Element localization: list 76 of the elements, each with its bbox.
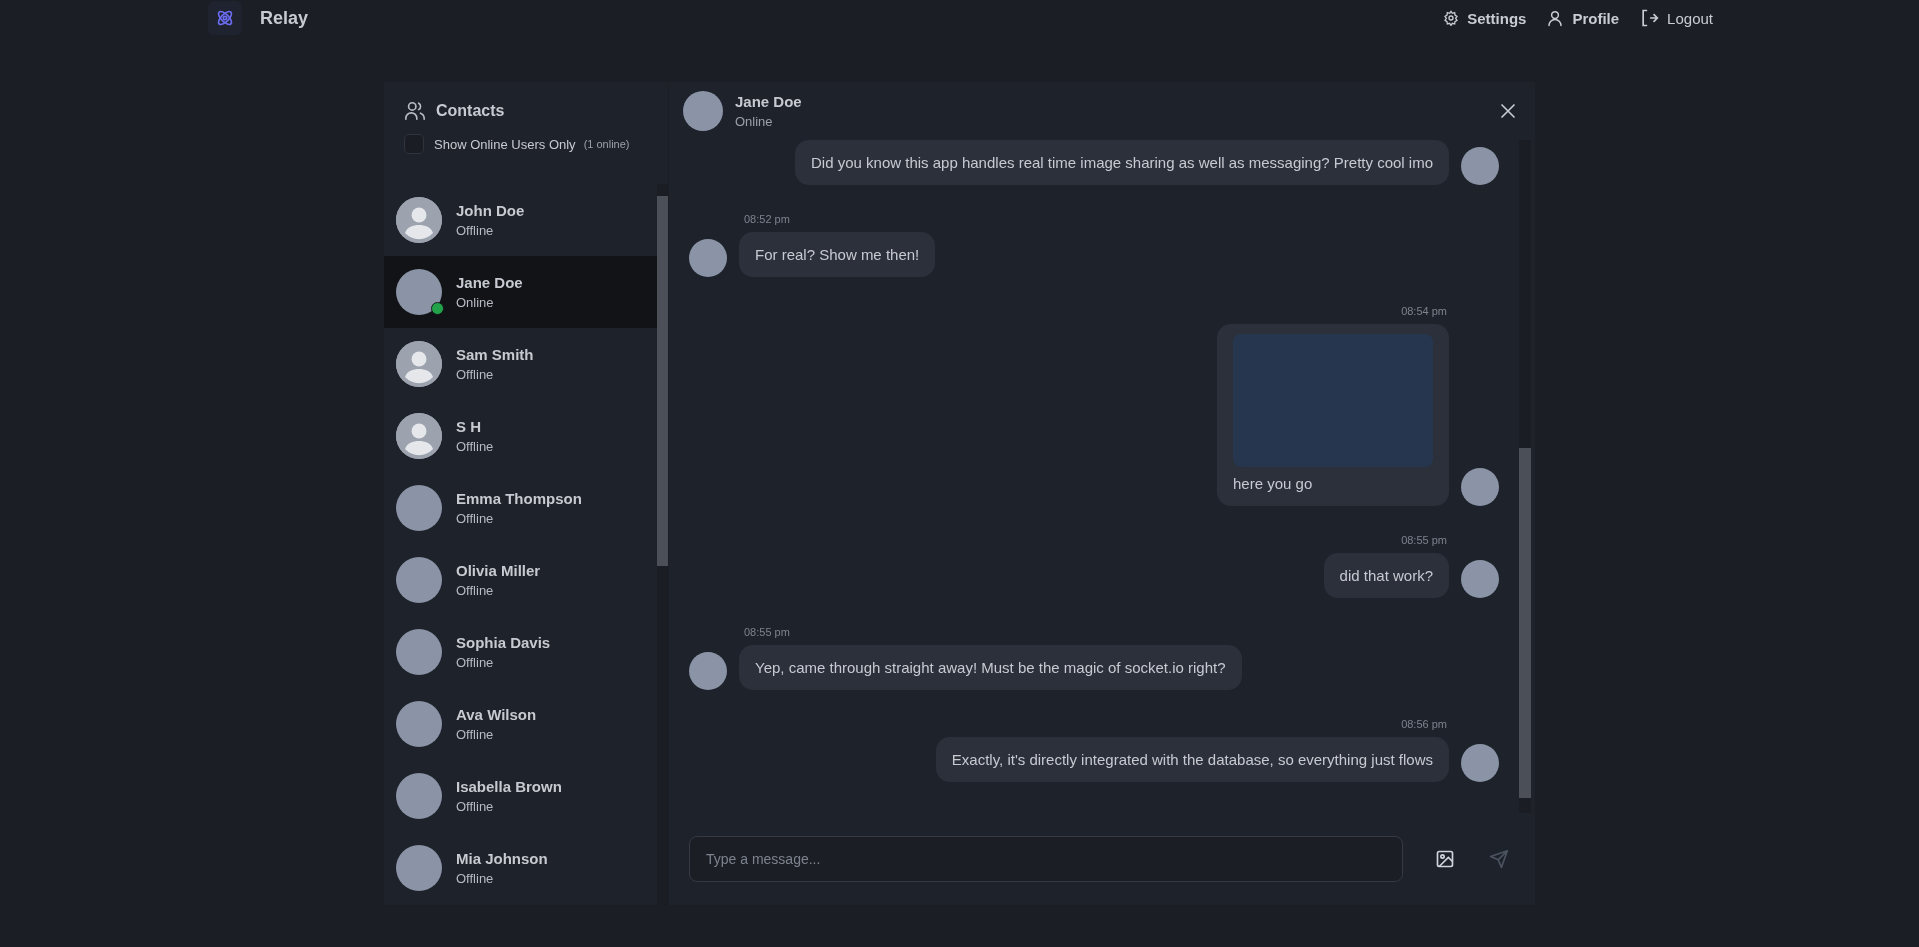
message-input-field[interactable]: Type a message...: [689, 836, 1403, 882]
avatar-photo: [396, 773, 442, 819]
nav-link[interactable]: Profile: [1546, 9, 1620, 27]
message-time: 08:55 pm: [1401, 534, 1447, 546]
contact-name: John Doe: [456, 202, 525, 219]
contact-name: Olivia Miller: [456, 562, 541, 579]
message-time: 08:55 pm: [744, 626, 790, 638]
default-avatar-icon: [396, 197, 442, 243]
avatar-photo: [396, 701, 442, 747]
message-bubble: For real? Show me then!: [739, 232, 936, 277]
users-icon: [404, 100, 426, 122]
avatar-photo: [1461, 744, 1499, 782]
default-avatar-icon: [396, 413, 442, 459]
contact-item[interactable]: Ava Wilson Offline: [384, 688, 657, 760]
contact-status: Offline: [456, 799, 495, 814]
contact-item[interactable]: Isabella Brown Offline: [384, 760, 657, 832]
contact-name: Sophia Davis: [456, 634, 551, 651]
contact-name: Mia Johnson: [456, 850, 548, 867]
avatar-photo: [396, 269, 442, 315]
contacts-title: Contacts: [436, 102, 505, 120]
contact-item[interactable]: Jane Doe Online: [384, 256, 657, 328]
default-avatar-icon: [396, 341, 442, 387]
contact-item[interactable]: Mia Johnson Offline: [384, 832, 657, 904]
contacts-scrollbar[interactable]: [657, 184, 668, 905]
contact-item[interactable]: Sophia Davis Offline: [384, 616, 657, 688]
contact-name: Isabella Brown: [456, 778, 562, 795]
message-bubble: Yep, came through straight away! Must be the magic of socket.io right?: [739, 645, 1242, 690]
app-name: Relay: [260, 7, 309, 29]
contact-item[interactable]: Emma Thompson Offline: [384, 472, 657, 544]
logout-icon: [1639, 8, 1660, 28]
avatar-photo: [1461, 468, 1499, 506]
contact-status: Online: [456, 295, 495, 310]
contact-name: Emma Thompson: [456, 490, 582, 507]
contact-status: Offline: [456, 439, 494, 454]
avatar-photo: [1461, 147, 1499, 185]
online-count: (1 online): [583, 138, 630, 150]
message-time: 08:56 pm: [1401, 718, 1447, 730]
contact-status: Offline: [456, 655, 495, 670]
contact-status: Offline: [456, 511, 495, 526]
avatar-photo: [396, 485, 442, 531]
nav-link[interactable]: Settings: [1443, 9, 1527, 27]
contact-item[interactable]: John Doe Offline: [384, 184, 657, 256]
contact-name: S H: [456, 418, 482, 435]
contact-item[interactable]: S H Offline: [384, 400, 657, 472]
contact-status: Offline: [456, 583, 495, 598]
atom-logo-icon: [208, 1, 242, 35]
contact-status: Offline: [456, 727, 495, 742]
messages-scrollbar[interactable]: [1519, 140, 1531, 813]
avatar-photo: [689, 652, 727, 690]
contact-name: Jane Doe: [456, 274, 523, 291]
avatar-photo: [396, 629, 442, 675]
avatar-photo: [396, 557, 442, 603]
chat-contact-name: Jane Doe: [735, 93, 803, 110]
message-text: here you go: [1233, 474, 1314, 494]
avatar-photo: [396, 845, 442, 891]
message-bubble: did that work?: [1323, 553, 1449, 598]
person-icon: [1546, 9, 1565, 27]
contact-name: Sam Smith: [456, 346, 534, 363]
online-filter-label: Show Online Users Only: [434, 136, 576, 152]
avatar-photo: [689, 239, 727, 277]
contact-status: Offline: [456, 871, 495, 886]
online-filter-checkbox[interactable]: [404, 134, 424, 154]
nav-link[interactable]: Logout: [1639, 8, 1713, 28]
message-bubble: Exactly, it's directly integrated with the database, so everything just flows: [935, 737, 1449, 782]
contact-item[interactable]: Olivia Miller Offline: [384, 544, 657, 616]
contact-item[interactable]: Sam Smith Offline: [384, 328, 657, 400]
message-time: 08:52 pm: [744, 213, 790, 225]
contact-name: Ava Wilson: [456, 706, 537, 723]
message-bubble: Did you know this app handles real time image sharing as well as messaging? Pretty cool imo: [795, 140, 1449, 185]
chat-contact-status: Online: [735, 114, 774, 129]
contact-status: Offline: [456, 367, 495, 382]
contact-status: Offline: [456, 223, 495, 238]
avatar-photo: [1461, 560, 1499, 598]
contact-avatar: [683, 91, 723, 131]
message-time: 08:54 pm: [1401, 305, 1447, 317]
settings-icon: [1443, 10, 1460, 26]
